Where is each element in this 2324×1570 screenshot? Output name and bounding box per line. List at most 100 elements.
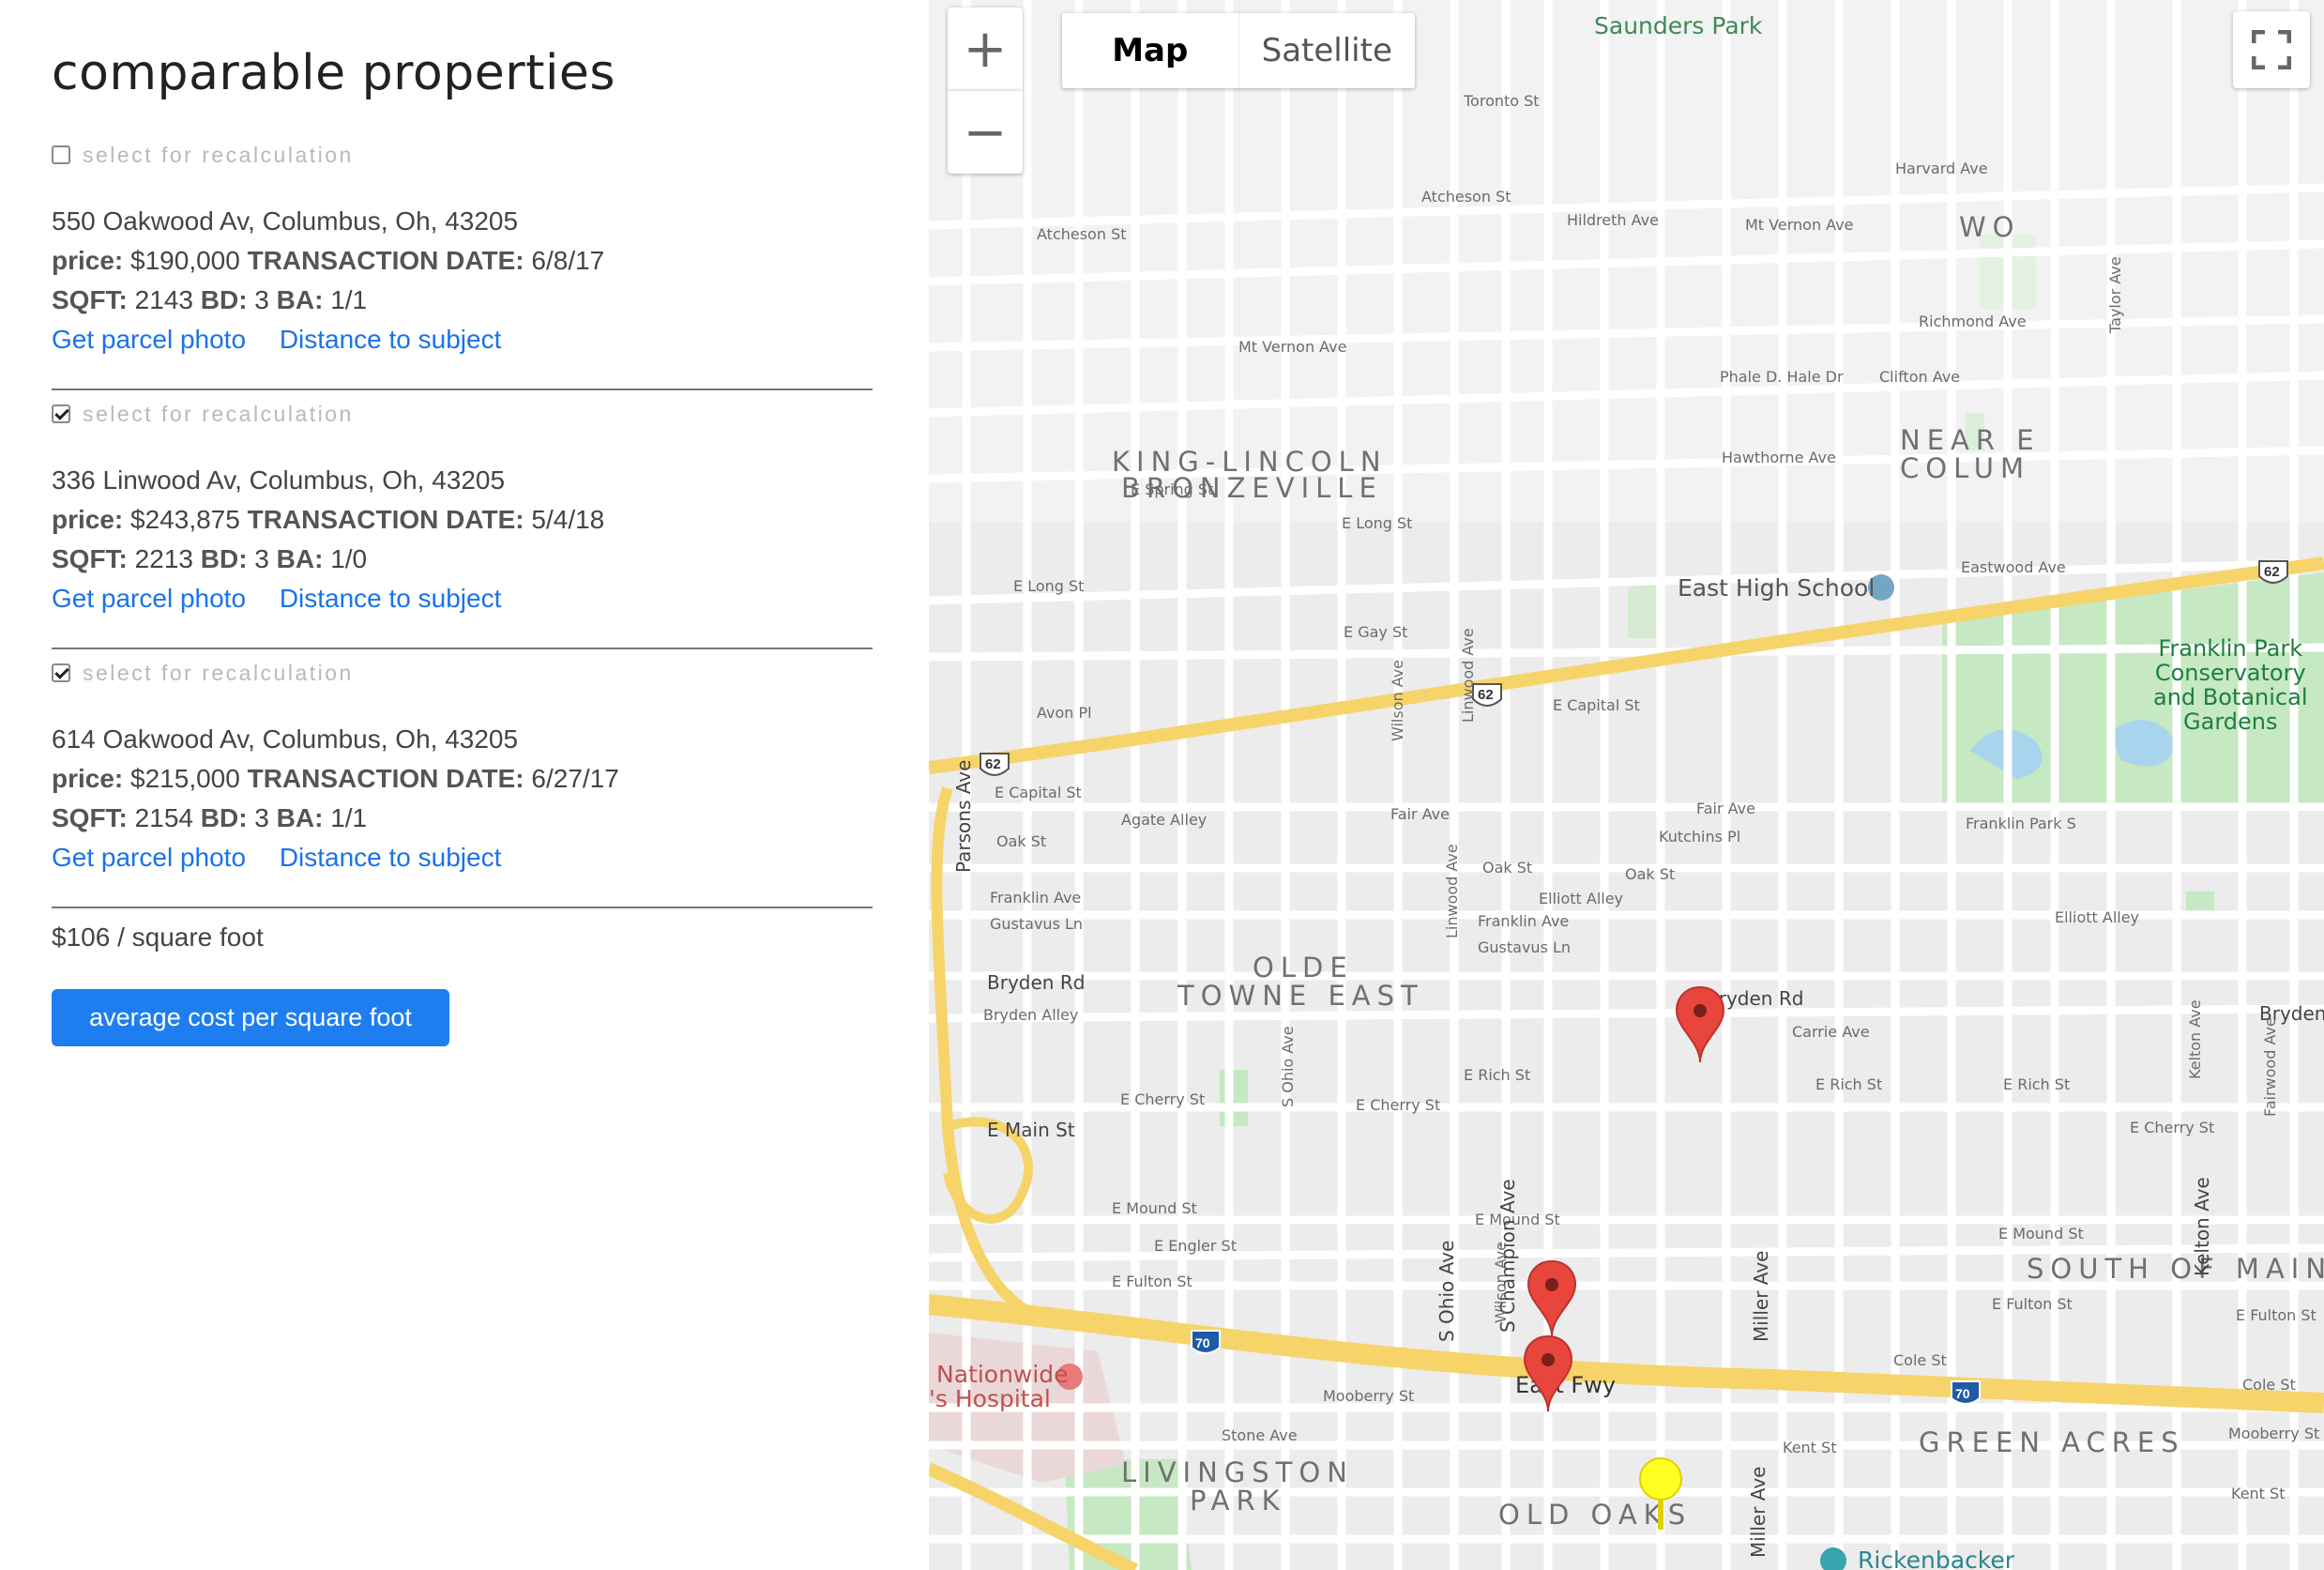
bd-value: 3 xyxy=(254,285,269,314)
street-label: E Cherry St xyxy=(1356,1096,1441,1114)
street-label: E Rich St xyxy=(1815,1075,1883,1093)
neighborhood-label: WO xyxy=(1959,211,2021,243)
ba-label: BA: xyxy=(276,285,324,314)
recalc-checkbox[interactable] xyxy=(52,145,70,164)
route-70-label: 70 xyxy=(1955,1386,1970,1401)
recalc-checkbox[interactable] xyxy=(52,663,70,682)
date-value: 6/8/17 xyxy=(531,246,605,275)
street-label: Mooberry St xyxy=(1323,1387,1415,1405)
fullscreen-button[interactable] xyxy=(2233,11,2310,88)
street-label: Carrie Ave xyxy=(1792,1023,1870,1041)
street-label: Phale D. Hale Dr xyxy=(1720,368,1844,386)
street-label: Kutchins Pl xyxy=(1659,828,1741,846)
street-label: Kelton Ave xyxy=(2186,999,2204,1079)
street-label: Elliott Alley xyxy=(2055,908,2140,926)
get-parcel-photo-link[interactable]: Get parcel photo xyxy=(52,584,246,613)
street-label: E Main St xyxy=(987,1119,1075,1141)
comparable-marker[interactable] xyxy=(1527,1259,1577,1338)
street-label: E Mound St xyxy=(1112,1199,1197,1217)
ba-label: BA: xyxy=(276,803,324,832)
street-label: Kent St xyxy=(1783,1439,1837,1456)
poi-hospital: 's Hospital xyxy=(929,1385,1051,1412)
divider xyxy=(52,648,873,649)
street-label: Kelton Ave xyxy=(2191,1177,2213,1276)
street-label: E Capital St xyxy=(995,784,1082,801)
street-label: Parsons Ave xyxy=(952,759,975,873)
specs-line: SQFT: 2213 BD: 3 BA: 1/0 xyxy=(52,544,367,574)
distance-to-subject-link[interactable]: Distance to subject xyxy=(280,843,502,872)
recalc-select: select for recalculation xyxy=(52,659,354,687)
street-label: E Fulton St xyxy=(1112,1273,1192,1290)
park xyxy=(1220,1070,1248,1126)
neighborhood-label: OLDE xyxy=(1253,952,1354,983)
street-label: Oak St xyxy=(1482,859,1533,876)
comparable-marker[interactable] xyxy=(1523,1334,1573,1413)
street-label: Fair Ave xyxy=(1696,800,1755,817)
specs-line: SQFT: 2143 BD: 3 BA: 1/1 xyxy=(52,285,367,315)
street-label: Mt Vernon Ave xyxy=(1745,216,1854,234)
comparable-marker[interactable] xyxy=(1675,985,1725,1064)
get-parcel-photo-link[interactable]: Get parcel photo xyxy=(52,843,246,872)
subject-property-marker[interactable] xyxy=(1637,1456,1684,1533)
map-type-map-button[interactable]: Map xyxy=(1062,13,1239,88)
recalc-checkbox[interactable] xyxy=(52,404,70,423)
distance-to-subject-link[interactable]: Distance to subject xyxy=(280,584,502,613)
street-label: E Fulton St xyxy=(2236,1306,2316,1324)
sqft-label: SQFT: xyxy=(52,285,128,314)
average-cost-button[interactable]: average cost per square foot xyxy=(52,989,449,1046)
street-label: S Ohio Ave xyxy=(1279,1026,1297,1107)
street-label: Gustavus Ln xyxy=(1478,938,1572,956)
street-label: Richmond Ave xyxy=(1919,312,2027,330)
price-line: price: $215,000 TRANSACTION DATE: 6/27/1… xyxy=(52,764,619,794)
recalc-label: select for recalculation xyxy=(83,660,354,685)
street-label: Bryden Alley xyxy=(983,1006,1079,1024)
price-line: price: $190,000 TRANSACTION DATE: 6/8/17 xyxy=(52,246,604,276)
street-label: Clifton Ave xyxy=(1879,368,1961,386)
street-label: E Long St xyxy=(1013,577,1085,595)
street-label: Fair Ave xyxy=(1390,805,1450,823)
poi-nationwide: Nationwide xyxy=(936,1361,1069,1388)
date-value: 5/4/18 xyxy=(531,505,605,534)
price-value: $215,000 xyxy=(130,764,240,793)
street-label: E Long St xyxy=(1342,514,1413,532)
get-parcel-photo-link[interactable]: Get parcel photo xyxy=(52,325,246,354)
route-62-label: 62 xyxy=(1478,687,1494,703)
poi-rickenbacker: Rickenbacker xyxy=(1858,1547,2015,1570)
fullscreen-icon xyxy=(2252,30,2291,69)
property-links: Get parcel photo Distance to subject xyxy=(52,584,527,614)
ba-label: BA: xyxy=(276,544,324,573)
neighborhood-label: GREEN ACRES xyxy=(1919,1426,2185,1458)
street-label: Miller Ave xyxy=(1747,1466,1770,1558)
street-label: E Engler St xyxy=(1154,1237,1237,1255)
street-label: Hawthorne Ave xyxy=(1722,449,1836,466)
divider xyxy=(52,907,873,908)
ba-value: 1/1 xyxy=(330,803,368,832)
date-label: TRANSACTION DATE: xyxy=(247,246,524,275)
street-label: E Mound St xyxy=(1998,1225,2084,1242)
distance-to-subject-link[interactable]: Distance to subject xyxy=(280,325,502,354)
street-label: E Capital St xyxy=(1553,696,1640,714)
street-label: Kent St xyxy=(2231,1485,2286,1502)
price-label: price: xyxy=(52,246,124,275)
zoom-out-button[interactable]: − xyxy=(948,90,1023,174)
property-address: 550 Oakwood Av, Columbus, Oh, 43205 xyxy=(52,206,519,236)
street-label: Gustavus Ln xyxy=(990,915,1084,933)
street-label: Wilson Ave xyxy=(1492,1241,1510,1323)
property-address: 336 Linwood Av, Columbus, Oh, 43205 xyxy=(52,465,506,495)
specs-line: SQFT: 2154 BD: 3 BA: 1/1 xyxy=(52,803,367,833)
street-label: Taylor Ave xyxy=(2106,256,2124,333)
street-label: Atcheson St xyxy=(1037,225,1127,243)
neighborhood-label: TOWNE EAST xyxy=(1177,980,1424,1012)
map-type-satellite-button[interactable]: Satellite xyxy=(1239,13,1416,88)
map[interactable]: 62 62 62 70 70 KING-LINCOLN BRONZEVILLE … xyxy=(929,0,2324,1570)
sqft-value: 2143 xyxy=(134,285,193,314)
street-label: E Rich St xyxy=(1464,1066,1531,1084)
street-label: Toronto St xyxy=(1464,92,1540,110)
street-label: Franklin Ave xyxy=(1478,912,1570,930)
bd-value: 3 xyxy=(254,803,269,832)
bd-label: BD: xyxy=(200,285,248,314)
zoom-in-button[interactable]: + xyxy=(948,8,1023,90)
poi-saunders-park: Saunders Park xyxy=(1594,12,1763,39)
recalc-select: select for recalculation xyxy=(52,141,354,169)
poi-east-high-school: East High School xyxy=(1678,574,1876,602)
